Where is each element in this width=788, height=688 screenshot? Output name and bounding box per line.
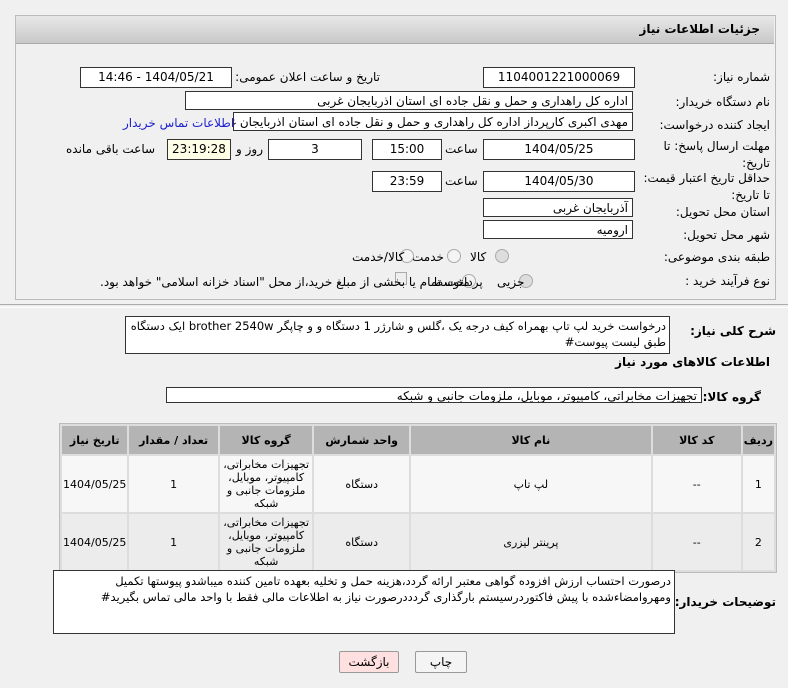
notes-label: توضیحات خریدار: xyxy=(674,595,776,609)
category-goods-service-label: کالا/خدمت xyxy=(352,250,405,264)
contact-buyer-link[interactable]: اطلاعات تماس خریدار xyxy=(123,116,234,130)
col-group: گروه کالا xyxy=(217,424,315,456)
days-field: 3 xyxy=(268,139,362,160)
process-minor-label: جزیی xyxy=(497,275,525,289)
need-number-label: شماره نیاز: xyxy=(713,70,770,84)
notes-textarea[interactable]: درصورت احتساب ارزش افزوده گواهی معتبر ار… xyxy=(53,570,675,634)
cell-group: تجهیزات مخابراتی، کامپیوتر، موبایل، ملزو… xyxy=(217,512,315,572)
print-button[interactable]: چاپ xyxy=(415,651,467,673)
goods-table-wrap: ردیف کد کالا نام کالا واحد شمارش گروه کا… xyxy=(59,423,777,573)
cell-code: -- xyxy=(650,454,743,514)
col-name: نام کالا xyxy=(408,424,653,456)
group-label: گروه کالا: xyxy=(702,390,761,404)
announce-label: تاریخ و ساعت اعلان عمومی: xyxy=(235,70,380,84)
group-field: تجهیزات مخابراتی، کامپیوتر، موبایل، ملزو… xyxy=(166,387,702,403)
category-label: طبقه بندی موضوعی: xyxy=(663,250,770,264)
deadline-time-label: ساعت xyxy=(445,142,478,156)
divider xyxy=(0,304,788,308)
remaining-time-field: 23:19:28 xyxy=(167,139,231,160)
days-label: روز و xyxy=(236,142,263,156)
province-label: استان محل تحویل: xyxy=(675,205,770,219)
cell-row: 1 xyxy=(740,454,777,514)
category-radio-goods[interactable] xyxy=(495,249,509,263)
col-code: کد کالا xyxy=(650,424,743,456)
col-qty: تعداد / مقدار xyxy=(127,424,220,456)
back-button[interactable]: بازگشت xyxy=(339,651,399,673)
cell-unit: دستگاه xyxy=(312,512,411,572)
title-bar: جزئیات اطلاعات نیاز xyxy=(16,16,774,44)
category-goods-label: کالا xyxy=(470,250,487,264)
table-row: 1 -- لپ تاپ دستگاه تجهیزات مخابراتی، کام… xyxy=(59,454,777,514)
category-radio-service[interactable] xyxy=(447,249,461,263)
deadline-date-field: 1404/05/25 xyxy=(483,139,635,160)
need-number-field: 1104001221000069 xyxy=(483,67,635,88)
col-row: ردیف xyxy=(740,424,777,456)
cell-code: -- xyxy=(650,512,743,572)
validity-date-field: 1404/05/30 xyxy=(483,171,635,192)
cell-row: 2 xyxy=(740,512,777,572)
cell-qty: 1 xyxy=(127,512,220,572)
cell-qty: 1 xyxy=(127,454,220,514)
description-textarea[interactable]: درخواست خرید لپ تاپ بهمراه کیف درجه یک ،… xyxy=(125,316,670,354)
deadline-time-field: 15:00 xyxy=(372,139,442,160)
validity-label: حداقل تاریخ اعتبار قیمت: تا تاریخ: xyxy=(643,171,770,202)
cell-group: تجهیزات مخابراتی، کامپیوتر، موبایل، ملزو… xyxy=(217,454,315,514)
process-label: نوع فرآیند خرید : xyxy=(685,274,770,288)
buyer-org-label: نام دستگاه خریدار: xyxy=(675,95,771,109)
goods-table: ردیف کد کالا نام کالا واحد شمارش گروه کا… xyxy=(59,424,777,572)
city-label: شهر محل تحویل: xyxy=(683,228,770,242)
deadline-label: مهلت ارسال پاسخ: تا تاریخ: xyxy=(663,139,770,170)
remaining-label: ساعت باقی مانده xyxy=(66,142,156,156)
cell-name: پرینتر لیزری xyxy=(408,512,653,572)
page-title: جزئیات اطلاعات نیاز xyxy=(639,22,760,36)
cell-date: 1404/05/25 xyxy=(59,512,130,572)
goods-section-title: اطلاعات کالاهای مورد نیاز xyxy=(615,355,770,369)
description-label: شرح کلی نیاز: xyxy=(690,324,776,338)
validity-time-field: 23:59 xyxy=(372,171,442,192)
announce-field: 1404/05/21 - 14:46 xyxy=(80,67,232,88)
province-field: آذربایجان غربی xyxy=(483,198,633,217)
table-row: 2 -- پرینتر لیزری دستگاه تجهیزات مخابرات… xyxy=(59,512,777,572)
buyer-org-field: اداره کل راهداری و حمل و نقل جاده ای است… xyxy=(185,91,633,110)
city-field: ارومیه xyxy=(483,220,633,239)
creator-field: مهدی اکبری کارپرداز اداره کل راهداری و ح… xyxy=(233,112,633,131)
col-unit: واحد شمارش xyxy=(312,424,411,456)
cell-date: 1404/05/25 xyxy=(59,454,130,514)
col-date: تاریخ نیاز xyxy=(59,424,130,456)
cell-name: لپ تاپ xyxy=(408,454,653,514)
cell-unit: دستگاه xyxy=(312,454,411,514)
validity-time-label: ساعت xyxy=(445,174,478,188)
creator-label: ایجاد کننده درخواست: xyxy=(659,118,770,132)
category-service-label: خدمت xyxy=(412,250,444,264)
payment-note: پرداخت تمام یا بخشی از مبلغ خرید،از محل … xyxy=(100,275,483,289)
